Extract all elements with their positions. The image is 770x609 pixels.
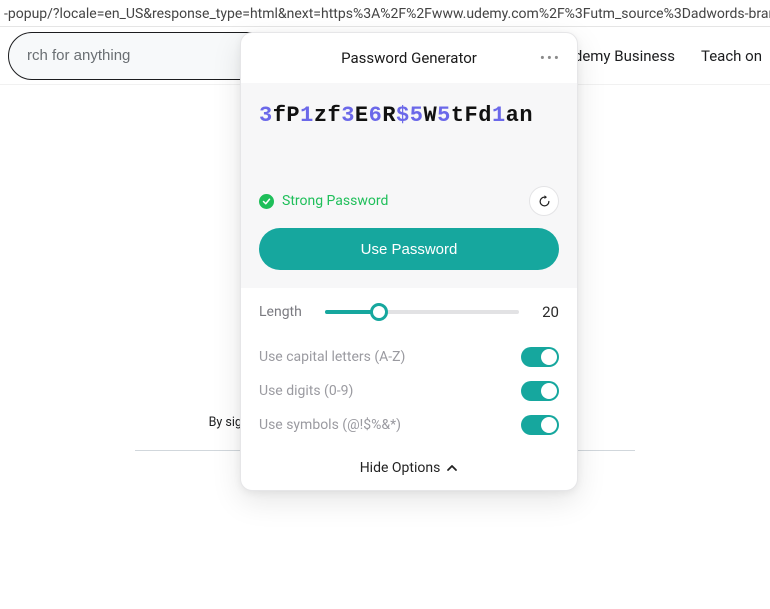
- use-password-button[interactable]: Use Password: [259, 228, 559, 270]
- option-symbols: Use symbols (@!$%&*): [259, 408, 559, 442]
- hide-options-toggle[interactable]: Hide Options: [241, 446, 577, 490]
- length-slider[interactable]: [325, 302, 519, 322]
- nav-udemy-business[interactable]: Udemy Business: [564, 47, 675, 65]
- slider-handle[interactable]: [370, 303, 388, 321]
- strength-row: Strong Password: [259, 186, 559, 216]
- popup-title: Password Generator: [341, 49, 477, 67]
- generated-password: 3fP1zf3E6R$5W5tFd1an: [259, 103, 559, 128]
- password-zone: 3fP1zf3E6R$5W5tFd1an Strong Password Use…: [241, 83, 577, 288]
- options-panel: Length 20 Use capital letters (A-Z) Use …: [241, 288, 577, 446]
- strength-label: Strong Password: [282, 193, 388, 209]
- option-symbols-toggle[interactable]: [521, 415, 559, 435]
- password-generator-popup: Password Generator ••• 3fP1zf3E6R$5W5tFd…: [240, 32, 578, 491]
- length-value: 20: [533, 303, 559, 321]
- regenerate-button[interactable]: [529, 186, 559, 216]
- option-capital: Use capital letters (A-Z): [259, 340, 559, 374]
- more-options-icon[interactable]: •••: [540, 49, 561, 67]
- nav-teach-on[interactable]: Teach on: [701, 47, 762, 65]
- option-capital-label: Use capital letters (A-Z): [259, 349, 405, 365]
- strength-indicator: Strong Password: [259, 193, 388, 209]
- url-bar: -popup/?locale=en_US&response_type=html&…: [0, 0, 770, 27]
- length-label: Length: [259, 304, 311, 320]
- option-digits-toggle[interactable]: [521, 381, 559, 401]
- length-row: Length 20: [259, 302, 559, 322]
- popup-header: Password Generator •••: [241, 33, 577, 83]
- option-digits: Use digits (0-9): [259, 374, 559, 408]
- hide-options-label: Hide Options: [360, 460, 441, 476]
- refresh-icon: [537, 194, 552, 209]
- option-digits-label: Use digits (0-9): [259, 383, 353, 399]
- chevron-up-icon: [446, 462, 458, 474]
- option-capital-toggle[interactable]: [521, 347, 559, 367]
- option-symbols-label: Use symbols (@!$%&*): [259, 417, 401, 433]
- check-icon: [259, 194, 274, 209]
